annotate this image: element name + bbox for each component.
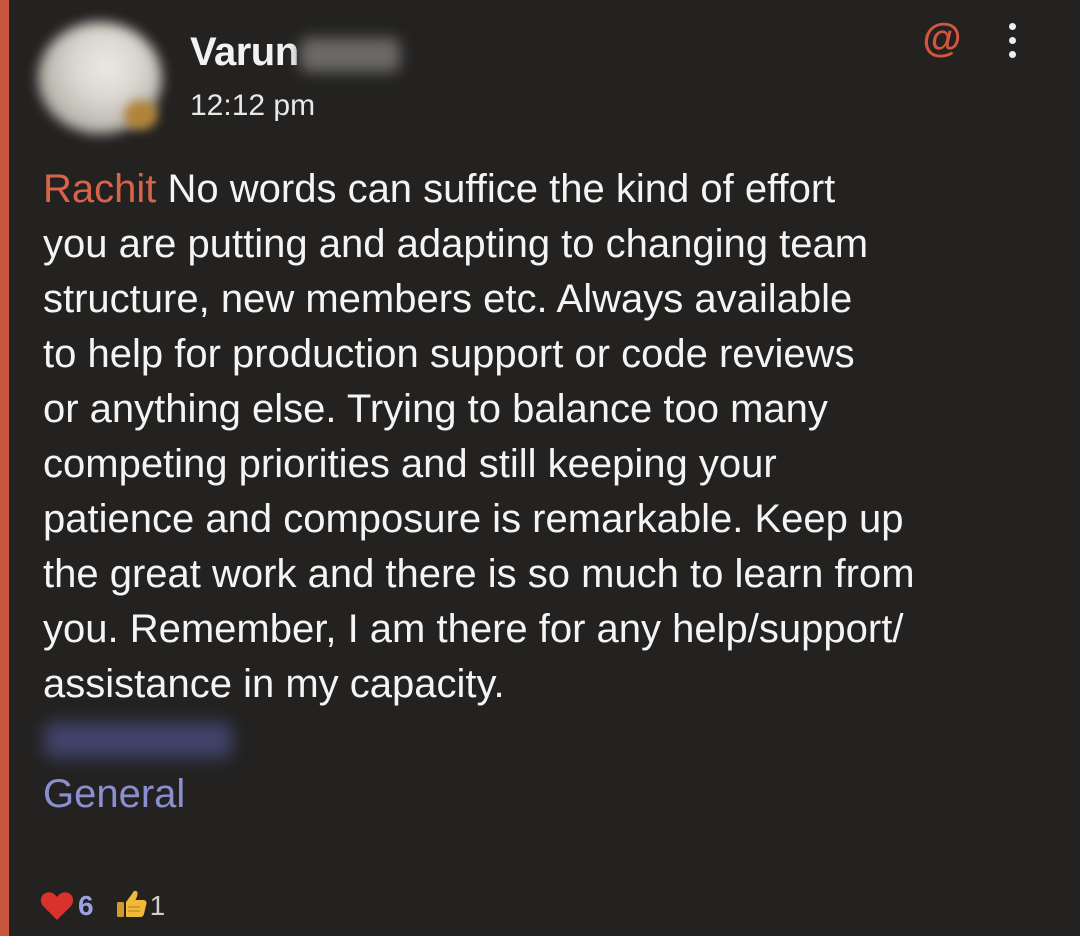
message-line: you. Remember, I am there for any help/s… xyxy=(43,607,904,651)
message-body: Rachit No words can suffice the kind of … xyxy=(43,162,1043,712)
message-line: Rachit No words can suffice the kind of … xyxy=(43,162,1043,217)
message-line: patience and composure is remarkable. Ke… xyxy=(43,497,904,541)
dot xyxy=(1008,36,1016,44)
more-options-icon[interactable] xyxy=(992,18,1032,62)
redacted-surname xyxy=(300,38,400,72)
redacted-mention xyxy=(44,722,232,758)
message-text: No words can suffice the kind of effort xyxy=(156,167,836,211)
message-timestamp: 12:12 pm xyxy=(190,89,316,122)
message-card: Varun 12:12 pm @ Rachit No words can suf… xyxy=(0,0,1080,936)
mention-name[interactable]: Rachit xyxy=(43,167,156,211)
mention-icon: @ xyxy=(922,16,962,60)
mention-indicator-bar xyxy=(0,0,9,936)
dot xyxy=(1008,50,1016,58)
sender-name[interactable]: Varun xyxy=(190,28,299,76)
message-line: the great work and there is so much to l… xyxy=(43,552,915,596)
message-line: competing priorities and still keeping y… xyxy=(43,442,777,486)
message-line: assistance in my capacity. xyxy=(43,662,505,706)
dot xyxy=(1008,22,1016,30)
reaction-thumbs-up[interactable]: 1 xyxy=(116,889,166,924)
reactions-bar: 6 1 xyxy=(40,884,187,928)
avatar-status-badge xyxy=(124,100,158,130)
message-line: to help for production support or code r… xyxy=(43,332,855,376)
message-line: structure, new members etc. Always avail… xyxy=(43,277,853,321)
reaction-count: 1 xyxy=(149,890,166,921)
message-line: or anything else. Trying to balance too … xyxy=(43,387,828,431)
channel-link[interactable]: General xyxy=(43,770,185,818)
message-line: you are putting and adapting to changing… xyxy=(43,222,869,266)
reaction-count: 6 xyxy=(78,890,94,921)
reaction-heart[interactable]: 6 xyxy=(40,890,94,922)
heart-icon xyxy=(40,891,74,921)
thumbs-up-icon xyxy=(116,889,148,924)
